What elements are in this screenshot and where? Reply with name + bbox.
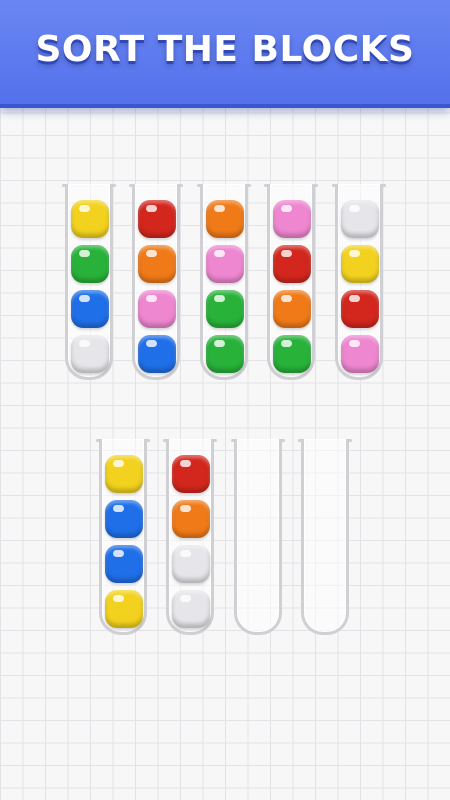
block-green[interactable]	[206, 335, 244, 373]
title-banner: SORT THE BLOCKS	[0, 0, 450, 108]
tube-9[interactable]	[298, 439, 352, 635]
block-white[interactable]	[341, 200, 379, 238]
block-pink[interactable]	[273, 200, 311, 238]
block-white[interactable]	[172, 545, 210, 583]
block-blue[interactable]	[71, 290, 109, 328]
tube-5[interactable]	[332, 184, 386, 380]
tube-6[interactable]	[96, 439, 150, 635]
banner-title: SORT THE BLOCKS	[35, 28, 415, 70]
block-blue[interactable]	[138, 335, 176, 373]
block-yellow[interactable]	[105, 455, 143, 493]
block-green[interactable]	[273, 335, 311, 373]
block-pink[interactable]	[138, 290, 176, 328]
tube-8[interactable]	[231, 439, 285, 635]
block-pink[interactable]	[341, 335, 379, 373]
block-white[interactable]	[71, 335, 109, 373]
block-red[interactable]	[273, 245, 311, 283]
block-yellow[interactable]	[105, 590, 143, 628]
block-green[interactable]	[71, 245, 109, 283]
block-pink[interactable]	[206, 245, 244, 283]
block-orange[interactable]	[172, 500, 210, 538]
block-red[interactable]	[172, 455, 210, 493]
block-green[interactable]	[206, 290, 244, 328]
tube-2[interactable]	[129, 184, 183, 380]
tube-3[interactable]	[197, 184, 251, 380]
tube-7[interactable]	[163, 439, 217, 635]
block-yellow[interactable]	[71, 200, 109, 238]
block-blue[interactable]	[105, 545, 143, 583]
tube-4[interactable]	[264, 184, 318, 380]
block-orange[interactable]	[138, 245, 176, 283]
block-orange[interactable]	[206, 200, 244, 238]
block-blue[interactable]	[105, 500, 143, 538]
block-yellow[interactable]	[341, 245, 379, 283]
block-red[interactable]	[138, 200, 176, 238]
block-orange[interactable]	[273, 290, 311, 328]
block-white[interactable]	[172, 590, 210, 628]
tube-1[interactable]	[62, 184, 116, 380]
block-red[interactable]	[341, 290, 379, 328]
